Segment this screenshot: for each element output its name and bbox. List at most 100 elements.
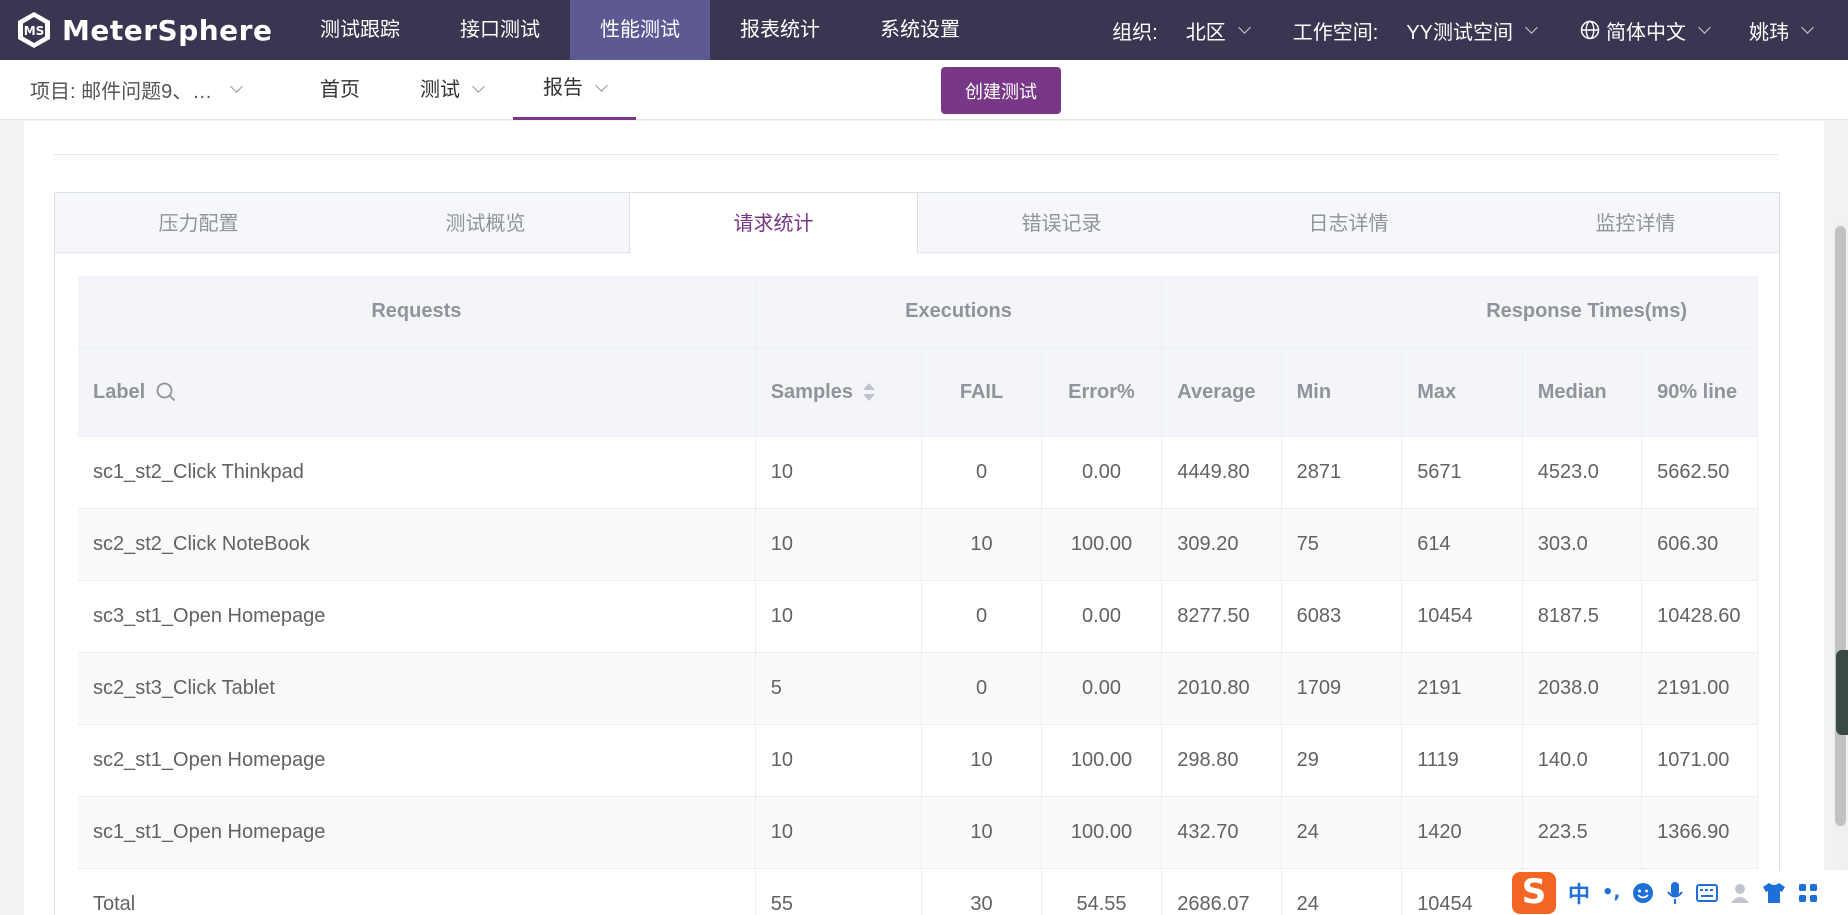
subnav-item-0[interactable]: 首页 — [290, 60, 390, 120]
toolbox-grid-icon[interactable] — [1798, 883, 1818, 903]
table-cell: 309.20 — [1161, 508, 1282, 581]
table-cell: 2191.00 — [1641, 652, 1758, 725]
language-selector[interactable]: 简体中文 — [1580, 16, 1711, 45]
tab-3[interactable]: 错误记录 — [918, 193, 1205, 252]
table-cell: sc1_st2_Click Thinkpad — [78, 436, 756, 509]
table-cell: 8277.50 — [1161, 580, 1282, 653]
nav-item-4[interactable]: 系统设置 — [850, 0, 990, 60]
table-cell: 0.00 — [1041, 436, 1163, 509]
col-median: Median — [1522, 348, 1643, 437]
page-scrollbar-thumb[interactable] — [1835, 226, 1846, 826]
table-cell: 10454 — [1401, 580, 1523, 653]
subnav-item-1[interactable]: 测试 — [390, 60, 513, 120]
table-cell: 75 — [1281, 508, 1403, 581]
table-cell: 24 — [1281, 796, 1403, 869]
table-cell: 10 — [755, 724, 923, 797]
subnav-item-label: 报告 — [543, 77, 583, 99]
group-response-times: Response Times(ms) — [1161, 276, 1758, 349]
table-cell: 10428.60 — [1641, 580, 1758, 653]
nav-item-0[interactable]: 测试跟踪 — [290, 0, 430, 60]
metersphere-logo-icon: MS — [18, 12, 50, 48]
workspace-selector[interactable]: 工作空间: YY测试空间 — [1292, 16, 1538, 45]
table-cell: 0.00 — [1041, 652, 1163, 725]
table-cell: 1420 — [1401, 796, 1523, 869]
user-avatar-icon[interactable] — [1730, 882, 1750, 904]
top-navbar: MS MeterSphere 测试跟踪 接口测试 性能测试 报表统计 系统设置 组织: … — [0, 0, 1848, 60]
table-row: sc1_st2_Click Thinkpad 10 0 0.00 4449.80 2871… — [78, 436, 1758, 509]
col-fail: FAIL — [921, 348, 1042, 437]
project-name: 项目: 邮件问题9、… — [30, 81, 213, 103]
subnav-item-label: 测试 — [420, 78, 460, 101]
table-row: sc2_st1_Open Homepage 10 10 100.00 298.80 29 1… — [78, 724, 1758, 797]
chevron-down-icon — [1801, 20, 1814, 34]
emoji-icon[interactable] — [1632, 882, 1654, 904]
table-cell: 100.00 — [1041, 724, 1163, 797]
table-cell: 1071.00 — [1641, 724, 1758, 797]
table-cell: 100.00 — [1041, 508, 1163, 581]
table-cell: 24 — [1281, 868, 1403, 915]
table-cell: 303.0 — [1522, 508, 1643, 581]
org-selector[interactable]: 组织: 北区 — [1112, 16, 1251, 45]
microphone-icon[interactable] — [1666, 881, 1684, 905]
table-cell: 0.00 — [1041, 580, 1163, 653]
workspace-label: 工作空间: — [1292, 21, 1379, 44]
col-label[interactable]: Label — [78, 348, 756, 437]
table-cell: sc2_st3_Click Tablet — [78, 652, 756, 725]
table-row: Total 55 30 54.55 2686.07 24 10454 — [78, 868, 1758, 915]
table-cell: 5 — [755, 652, 923, 725]
table-cell: sc2_st2_Click NoteBook — [78, 508, 756, 581]
table-cell: 606.30 — [1641, 508, 1758, 581]
table-cell: 0 — [921, 580, 1042, 653]
col-samples[interactable]: Samples — [755, 348, 923, 437]
ime-lang-toggle[interactable]: 中 — [1568, 877, 1590, 909]
col-min: Min — [1281, 348, 1403, 437]
org-value: 北区 — [1185, 21, 1226, 44]
table-row: sc3_st1_Open Homepage 10 0 0.00 8277.50 6083 1… — [78, 580, 1758, 653]
main-nav: 测试跟踪 接口测试 性能测试 报表统计 系统设置 — [290, 0, 990, 60]
sogou-logo-icon[interactable]: S — [1512, 871, 1556, 914]
nav-item-3[interactable]: 报表统计 — [710, 0, 850, 60]
org-label: 组织: — [1112, 21, 1158, 44]
subnav-item-2[interactable]: 报告 — [513, 60, 636, 120]
nav-item-1[interactable]: 接口测试 — [430, 0, 570, 60]
tab-5[interactable]: 监控详情 — [1492, 193, 1779, 252]
create-test-button[interactable]: 创建测试 — [941, 67, 1061, 114]
tab-0[interactable]: 压力配置 — [55, 193, 342, 252]
side-widget-handle[interactable] — [1836, 650, 1848, 735]
sub-navbar: 项目: 邮件问题9、… 首页 测试 报告 创建测试 — [0, 60, 1848, 120]
nav-item-2[interactable]: 性能测试 — [570, 0, 710, 60]
sub-nav-items: 首页 测试 报告 — [290, 60, 636, 120]
subnav-item-label: 首页 — [320, 78, 360, 101]
search-icon[interactable] — [155, 381, 177, 403]
keyboard-icon[interactable] — [1696, 883, 1719, 902]
chevron-down-icon — [230, 80, 244, 93]
table-cell: sc1_st1_Open Homepage — [78, 796, 756, 869]
tab-4[interactable]: 日志详情 — [1205, 193, 1492, 252]
globe-icon — [1580, 20, 1600, 40]
table-cell: 0 — [921, 436, 1042, 509]
table-cell: 100.00 — [1041, 796, 1163, 869]
sort-caret-icon[interactable] — [862, 382, 875, 402]
report-card: 压力配置 测试概览 请求统计 错误记录 日志详情 监控详情 Requests Execut… — [24, 121, 1824, 915]
table-row: sc1_st1_Open Homepage 10 10 100.00 432.70 24 1… — [78, 796, 1758, 869]
ime-toolbar: S 中 •, — [1508, 870, 1848, 915]
user-menu[interactable]: 姚玮 — [1749, 16, 1814, 45]
tab-1[interactable]: 测试概览 — [342, 193, 629, 252]
skin-shirt-icon[interactable] — [1762, 882, 1786, 904]
tab-bar: 压力配置 测试概览 请求统计 错误记录 日志详情 监控详情 — [55, 193, 1779, 254]
table-cell: 10 — [921, 724, 1042, 797]
project-selector[interactable]: 项目: 邮件问题9、… — [0, 75, 290, 104]
table-cell: 298.80 — [1161, 724, 1282, 797]
table-cell: 5662.50 — [1641, 436, 1758, 509]
chevron-down-icon — [472, 80, 485, 93]
request-stats-table: Requests Executions Response Times(ms) L… — [78, 276, 1758, 915]
table-cell: 10 — [755, 796, 923, 869]
ime-punct-toggle[interactable]: •, — [1602, 882, 1620, 903]
tab-2[interactable]: 请求统计 — [629, 193, 918, 254]
table-cell: 0 — [921, 652, 1042, 725]
table-cell: 8187.5 — [1522, 580, 1643, 653]
svg-text:MS: MS — [24, 24, 45, 38]
app-logo[interactable]: MS MeterSphere — [0, 0, 290, 60]
table-cell: 614 — [1401, 508, 1523, 581]
table-cell: 10 — [755, 580, 923, 653]
